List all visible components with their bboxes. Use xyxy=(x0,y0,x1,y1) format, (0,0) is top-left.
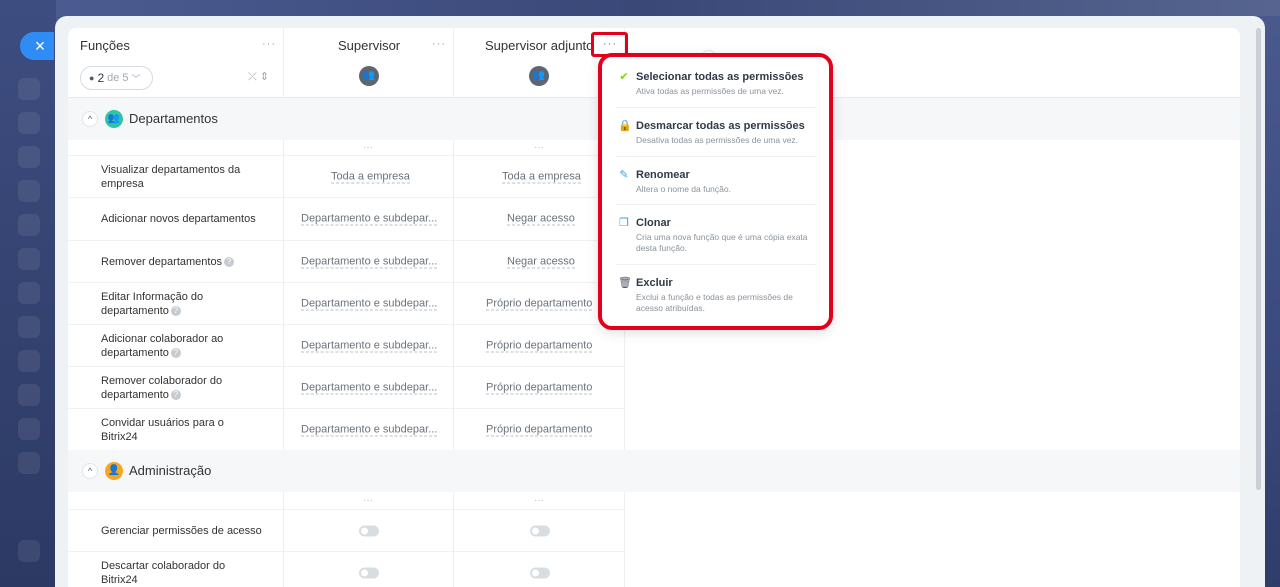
permission-toggle[interactable] xyxy=(530,525,550,536)
pencil-icon: ✎ xyxy=(619,169,629,181)
table-row: Remover colaborador do departamento? Dep… xyxy=(68,366,624,408)
row-label: Remover departamentos? xyxy=(101,255,271,269)
permission-toggle[interactable] xyxy=(359,567,379,578)
column-more-icon[interactable]: ··· xyxy=(363,495,373,506)
chevron-up-icon[interactable]: ^ xyxy=(82,463,98,479)
row-label: Gerenciar permissões de acesso xyxy=(101,524,262,537)
row-label: Remover colaborador do departamento? xyxy=(101,374,223,401)
row-label: Adicionar novos departamentos xyxy=(101,212,256,225)
permission-value[interactable]: Departamento e subdepar... xyxy=(301,381,438,394)
permission-value[interactable]: Departamento e subdepar... xyxy=(301,339,438,352)
permission-value[interactable]: Próprio departamento xyxy=(486,423,593,436)
chevron-down-icon: ﹀ xyxy=(131,73,141,84)
lock-icon: 🔒 xyxy=(618,120,632,132)
permission-value[interactable]: Toda a empresa xyxy=(502,170,581,183)
menu-divider xyxy=(616,204,816,205)
role-name-supervisor-adjunto: Supervisor adjunto xyxy=(485,38,594,53)
role-name-supervisor: Supervisor xyxy=(338,38,401,53)
permission-value[interactable]: Próprio departamento xyxy=(486,339,593,352)
menu-divider xyxy=(616,264,816,265)
row-label: Visualizar departamentos da empresa xyxy=(101,163,241,190)
permission-toggle[interactable] xyxy=(359,525,379,536)
column-more-icon[interactable]: ··· xyxy=(534,495,544,506)
permission-value[interactable]: Próprio departamento xyxy=(486,381,593,394)
table-row: Remover departamentos? Departamento e su… xyxy=(68,240,624,282)
help-icon[interactable]: ? xyxy=(170,389,181,400)
table-row: Descartar colaborador do Bitrix24 xyxy=(68,551,624,587)
more-icon: ··· xyxy=(603,38,617,50)
counter-selected: 2 xyxy=(97,71,105,85)
departments-icon: 👥 xyxy=(105,110,123,128)
close-button[interactable]: × xyxy=(20,32,54,60)
table-row: Gerenciar permissões de acesso xyxy=(68,509,624,551)
people-icon: 👥 xyxy=(529,66,549,86)
row-label: Descartar colaborador do Bitrix24 xyxy=(101,559,226,586)
row-label: Adicionar colaborador ao departamento? xyxy=(101,332,224,359)
check-icon: ✔ xyxy=(619,71,629,83)
functions-title: Funções xyxy=(80,38,130,53)
section-label: Administração xyxy=(129,463,212,478)
menu-divider xyxy=(616,107,816,108)
help-icon[interactable]: ? xyxy=(170,305,181,316)
admin-icon: 👤 xyxy=(105,462,123,480)
background-left-menu xyxy=(0,0,56,587)
chevron-up-icon[interactable]: ^ xyxy=(82,111,98,127)
permission-value[interactable]: Departamento e subdepar... xyxy=(301,255,438,268)
people-icon: 👥 xyxy=(359,66,379,86)
close-icon: × xyxy=(34,36,46,56)
scrollbar[interactable] xyxy=(1256,28,1261,490)
copy-icon: ❐ xyxy=(619,217,629,229)
permission-toggle[interactable] xyxy=(530,567,550,578)
roles-counter[interactable]: ● 2 de 5 ﹀ xyxy=(80,66,153,90)
permission-value[interactable]: Negar acesso xyxy=(507,255,575,268)
collapse-expand-icon[interactable]: ⤫ ⇕ xyxy=(248,70,269,84)
section-administracao: ^ 👤 Administração xyxy=(68,450,1240,492)
section-label: Departamentos xyxy=(129,111,218,126)
permission-value[interactable]: Próprio departamento xyxy=(486,297,593,310)
role-supervisor-more-icon[interactable]: ··· xyxy=(432,38,446,50)
table-row: Editar Informação do departamento? Depar… xyxy=(68,282,624,324)
help-icon[interactable]: ? xyxy=(224,256,235,267)
table-row: Convidar usuários para o Bitrix24 Depart… xyxy=(68,408,624,450)
permission-value[interactable]: Departamento e subdepar... xyxy=(301,212,438,225)
help-icon[interactable]: ? xyxy=(170,347,181,358)
counter-total: de 5 xyxy=(107,72,129,84)
background-top-bar xyxy=(0,0,1280,16)
column-more-icon[interactable]: ··· xyxy=(534,142,544,153)
column-more-icon[interactable]: ··· xyxy=(363,142,373,153)
functions-more-icon[interactable]: ··· xyxy=(262,38,276,50)
permission-value[interactable]: Toda a empresa xyxy=(331,170,410,183)
table-row: Visualizar departamentos da empresa Toda… xyxy=(68,155,624,197)
row-label: Convidar usuários para o Bitrix24 xyxy=(101,416,224,443)
permission-value[interactable]: Departamento e subdepar... xyxy=(301,423,438,436)
role-actions-menu: ✔ Selecionar todas as permissões Ativa t… xyxy=(598,53,833,330)
permission-value[interactable]: Departamento e subdepar... xyxy=(301,297,438,310)
row-label: Editar Informação do departamento? xyxy=(101,290,204,317)
menu-divider xyxy=(616,156,816,157)
table-row: Adicionar colaborador ao departamento? D… xyxy=(68,324,624,366)
trash-icon: 🗑 xyxy=(618,277,632,289)
eye-icon: ● xyxy=(89,73,95,83)
permission-value[interactable]: Negar acesso xyxy=(507,212,575,225)
table-row: Adicionar novos departamentos Departamen… xyxy=(68,197,624,239)
